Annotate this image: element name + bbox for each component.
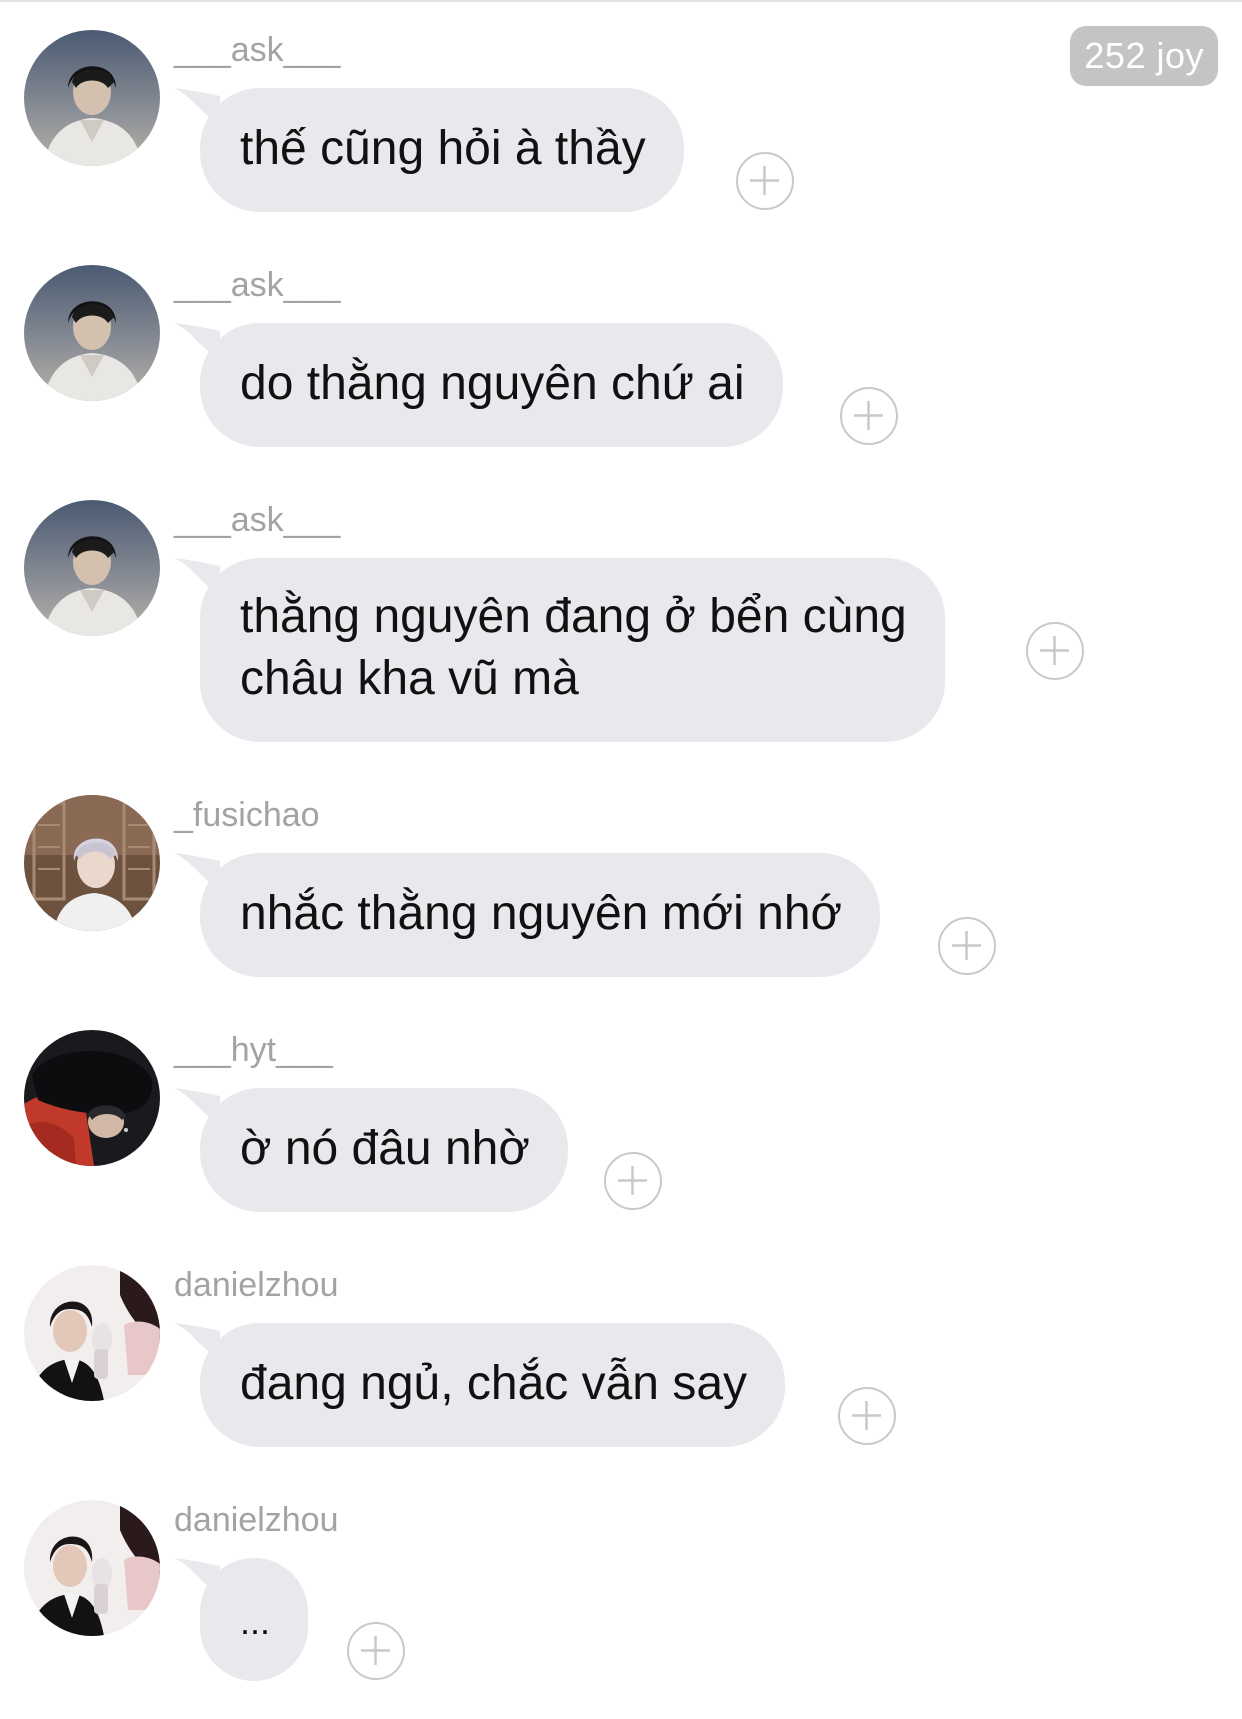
avatar[interactable]	[24, 30, 160, 166]
username[interactable]: danielzhou	[174, 1500, 338, 1540]
top-divider	[0, 0, 1242, 2]
message-bubble[interactable]: do thằng nguyên chứ ai	[174, 323, 783, 447]
message-text: ...	[240, 1601, 271, 1642]
message-text: do thằng nguyên chứ ai	[240, 357, 745, 410]
bubble-tail	[174, 321, 220, 371]
username[interactable]: ___hyt___	[174, 1030, 333, 1070]
message-text: thằng nguyên đang ở bển cùng châu kha vũ…	[240, 590, 907, 705]
add-reaction-button[interactable]	[840, 387, 898, 445]
add-reaction-button[interactable]	[838, 1387, 896, 1445]
add-reaction-button[interactable]	[347, 1622, 405, 1680]
message-text: ờ nó đâu nhờ	[240, 1122, 530, 1175]
avatar[interactable]	[24, 1030, 160, 1166]
avatar[interactable]	[24, 500, 160, 636]
plus-circle-icon	[854, 401, 883, 430]
username[interactable]: ___ask___	[174, 265, 340, 305]
bubble-tail	[174, 86, 220, 136]
message-bubble[interactable]: thằng nguyên đang ở bển cùng châu kha vũ…	[174, 558, 945, 742]
bubble-tail	[174, 1086, 220, 1136]
avatar[interactable]	[24, 265, 160, 401]
message-text: thế cũng hỏi à thầy	[240, 122, 646, 175]
bubble-tail	[174, 1556, 220, 1606]
plus-circle-icon	[1040, 636, 1069, 665]
message-bubble[interactable]: nhắc thằng nguyên mới nhớ	[174, 853, 881, 977]
bubble-tail	[174, 1321, 220, 1371]
avatar[interactable]	[24, 795, 160, 931]
plus-circle-icon	[618, 1166, 647, 1195]
message-bubble[interactable]: ờ nó đâu nhờ	[174, 1088, 568, 1212]
message-bubble[interactable]: ...	[174, 1558, 309, 1681]
bubble-tail	[174, 556, 220, 606]
plus-circle-icon	[750, 166, 779, 195]
username[interactable]: ___ask___	[174, 500, 340, 540]
username[interactable]: danielzhou	[174, 1265, 338, 1305]
add-reaction-button[interactable]	[938, 917, 996, 975]
message-bubble[interactable]: đang ngủ, chắc vẫn say	[174, 1323, 786, 1447]
add-reaction-button[interactable]	[604, 1152, 662, 1210]
plus-circle-icon	[361, 1636, 390, 1665]
message-bubble[interactable]: thế cũng hỏi à thầy	[174, 88, 684, 212]
plus-circle-icon	[952, 931, 981, 960]
add-reaction-button[interactable]	[1026, 622, 1084, 680]
add-reaction-button[interactable]	[736, 152, 794, 210]
bubble-tail	[174, 851, 220, 901]
username[interactable]: _fusichao	[174, 795, 320, 835]
avatar[interactable]	[24, 1500, 160, 1636]
plus-circle-icon	[852, 1401, 881, 1430]
message-text: đang ngủ, chắc vẫn say	[240, 1357, 748, 1410]
message-text: nhắc thằng nguyên mới nhớ	[240, 887, 843, 940]
avatar[interactable]	[24, 1265, 160, 1401]
counter-badge: 252 joy	[1070, 26, 1218, 86]
username[interactable]: ___ask___	[174, 30, 340, 70]
